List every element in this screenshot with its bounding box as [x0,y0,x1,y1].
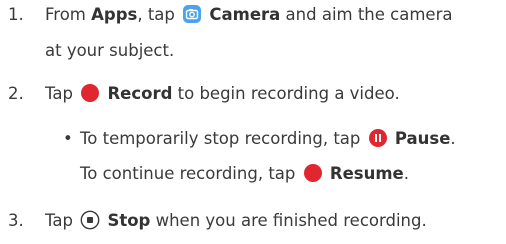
record-icon [80,83,100,103]
step-text: Tap Record to begin recording a video. [45,83,400,103]
resume-icon [303,163,323,183]
stop-label: Stop [107,211,151,230]
step-text: Tap Stop when you are finished recording… [45,210,427,230]
pause-icon [368,128,388,148]
step-number: 3. [8,211,24,230]
pause-label: Pause [394,129,451,148]
camera-app-icon [182,4,202,24]
camera-label: Camera [209,5,281,24]
bullet-text-continued: To continue recording, tap Resume. [80,163,409,183]
bullet-marker: • [63,129,73,148]
bullet-text: To temporarily stop recording, tap Pause… [80,128,456,148]
apps-label: Apps [91,5,138,24]
record-label: Record [107,84,173,103]
step-1-continued: at your subject. [45,41,175,60]
resume-label: Resume [329,164,404,183]
stop-icon [80,210,100,230]
instructions-document: 1. From Apps, tap Camera and aim the cam… [0,0,506,244]
step-number: 2. [8,84,24,103]
step-text: From Apps, tap Camera and aim the camera [45,4,453,24]
step-number: 1. [8,5,24,24]
